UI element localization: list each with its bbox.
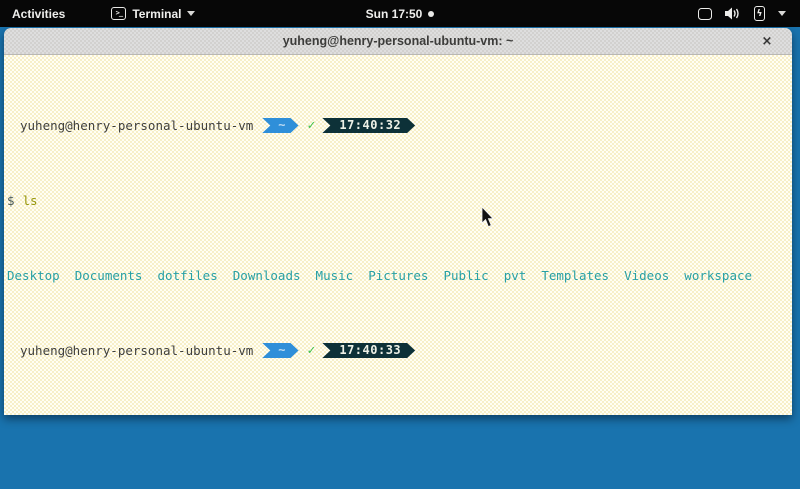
mouse-cursor-icon [481,207,495,228]
app-menu-terminal[interactable]: >_ Terminal [105,0,201,27]
prompt-time-segment: 17:40:33 [322,343,415,358]
top-bar: Activities >_ Terminal Sun 17:50 ϟ [0,0,800,27]
terminal-icon: >_ [111,7,126,20]
prompt-line-2: yuheng@henry-personal-ubuntu-vm ~ ✓ 17:4… [7,343,790,358]
desktop: { "topbar": { "activities_label": "Activ… [0,0,800,489]
clock-label: Sun 17:50 [366,7,423,21]
battery-charging-icon: ϟ [754,6,765,21]
screen-icon [698,8,712,20]
prompt-path-segment: ~ [262,343,298,358]
activities-button[interactable]: Activities [0,0,77,27]
window-titlebar[interactable]: yuheng@henry-personal-ubuntu-vm: ~ × [4,28,792,55]
prompt-path-segment: ~ [262,118,298,133]
chevron-down-icon [187,11,195,16]
terminal-window: yuheng@henry-personal-ubuntu-vm: ~ × yuh… [4,28,792,415]
prompt-symbol: $ [7,193,15,208]
terminal-content[interactable]: yuheng@henry-personal-ubuntu-vm ~ ✓ 17:4… [4,55,792,415]
prompt-user-host: yuheng@henry-personal-ubuntu-vm [20,343,253,358]
check-icon: ✓ [308,343,316,358]
notification-dot-icon [428,11,434,17]
app-menu-label: Terminal [132,7,181,21]
chevron-down-icon [778,11,786,16]
check-icon: ✓ [308,118,316,133]
close-icon[interactable]: × [754,28,780,54]
command-text: ls [23,193,38,208]
prompt-user-host: yuheng@henry-personal-ubuntu-vm [20,118,253,133]
prompt-time-segment: 17:40:32 [322,118,415,133]
volume-icon [725,7,741,20]
ls-output: Desktop Documents dotfiles Downloads Mus… [7,268,790,283]
window-title: yuheng@henry-personal-ubuntu-vm: ~ [283,34,514,48]
prompt-line-1: yuheng@henry-personal-ubuntu-vm ~ ✓ 17:4… [7,118,790,133]
command-line: $ ls [7,193,790,208]
system-status-area[interactable]: ϟ [698,0,800,27]
